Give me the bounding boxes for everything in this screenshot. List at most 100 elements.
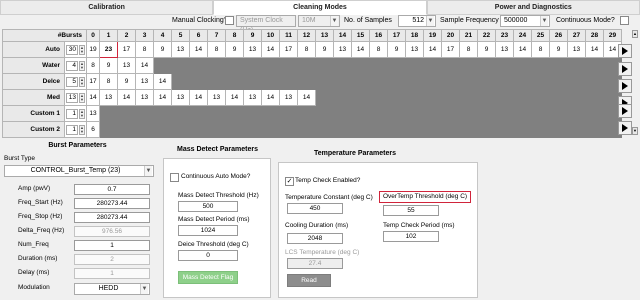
burst-cell[interactable]: 6 bbox=[86, 121, 100, 138]
burst-count-value[interactable]: 30 bbox=[66, 44, 78, 55]
burst-cell[interactable]: 13 bbox=[171, 41, 190, 58]
burst-cell[interactable]: 13 bbox=[99, 89, 118, 106]
spinner-icon[interactable]: ▲ ▼ bbox=[79, 124, 85, 135]
spinner-icon[interactable]: ▲ ▼ bbox=[79, 60, 85, 71]
play-custom2-button[interactable] bbox=[618, 121, 632, 135]
play-auto-button[interactable] bbox=[618, 44, 632, 58]
burst-count-stepper[interactable]: 4 ▲ ▼ bbox=[64, 57, 87, 74]
burst-cell[interactable]: 13 bbox=[86, 105, 100, 122]
burst-cell[interactable]: 14 bbox=[261, 41, 280, 58]
burst-count-value[interactable]: 1 bbox=[66, 124, 78, 135]
mass-period-input[interactable]: 1024 bbox=[178, 225, 238, 236]
burst-field-input[interactable]: 1 bbox=[74, 240, 150, 251]
burst-field-input[interactable]: 0.7 bbox=[74, 184, 150, 195]
burst-cell[interactable]: 13 bbox=[495, 41, 514, 58]
burst-cell[interactable]: 13 bbox=[135, 73, 154, 90]
burst-cell[interactable]: 13 bbox=[171, 89, 190, 106]
tab-calibration[interactable]: Calibration bbox=[0, 0, 214, 15]
mass-threshold-input[interactable]: 500 bbox=[178, 201, 238, 212]
burst-cell[interactable]: 8 bbox=[86, 57, 100, 74]
burst-cell[interactable]: 17 bbox=[441, 41, 460, 58]
read-button[interactable]: Read bbox=[287, 274, 331, 287]
spinner-icon[interactable]: ▲ ▼ bbox=[79, 44, 85, 55]
tab-power-diagnostics[interactable]: Power and Diagnostics bbox=[426, 0, 640, 15]
burst-count-value[interactable]: 1 bbox=[66, 108, 78, 119]
burst-cell[interactable]: 14 bbox=[153, 89, 172, 106]
manual-clocking-checkbox[interactable] bbox=[225, 16, 234, 25]
burst-cell[interactable]: 14 bbox=[351, 41, 370, 58]
burst-cell[interactable]: 14 bbox=[297, 89, 316, 106]
play-deice-button[interactable] bbox=[618, 79, 632, 93]
burst-cell[interactable]: 8 bbox=[369, 41, 388, 58]
burst-cell[interactable]: 8 bbox=[207, 41, 226, 58]
burst-count-stepper[interactable]: 30 ▲ ▼ bbox=[64, 41, 87, 58]
burst-cell[interactable]: 13 bbox=[135, 89, 154, 106]
burst-cell[interactable]: 14 bbox=[585, 41, 604, 58]
temp-check-period-input[interactable]: 102 bbox=[383, 231, 439, 242]
burst-cell[interactable]: 9 bbox=[549, 41, 568, 58]
burst-cell[interactable]: 13 bbox=[279, 89, 298, 106]
burst-cell[interactable]: 14 bbox=[261, 89, 280, 106]
burst-cell[interactable]: 14 bbox=[189, 41, 208, 58]
burst-count-stepper[interactable]: 1 ▲ ▼ bbox=[64, 121, 87, 138]
deice-threshold-input[interactable]: 0 bbox=[178, 250, 238, 261]
tab-cleaning-modes[interactable]: Cleaning Modes bbox=[213, 0, 427, 15]
play-custom1-button[interactable] bbox=[618, 104, 632, 118]
burst-cell[interactable]: 14 bbox=[225, 89, 244, 106]
burst-cell[interactable]: 13 bbox=[243, 41, 262, 58]
burst-cell[interactable]: 13 bbox=[207, 89, 226, 106]
play-water-button[interactable] bbox=[618, 62, 632, 76]
burst-cell[interactable]: 13 bbox=[567, 41, 586, 58]
burst-cell[interactable]: 13 bbox=[405, 41, 424, 58]
burst-cell[interactable]: 17 bbox=[86, 73, 100, 90]
burst-type-select[interactable]: CONTROL_Burst_Temp (23) ▼ bbox=[4, 165, 154, 177]
burst-cell[interactable]: 17 bbox=[279, 41, 298, 58]
spinner-icon[interactable]: ▲ ▼ bbox=[79, 108, 85, 119]
burst-cell[interactable]: 14 bbox=[117, 89, 136, 106]
burst-field-input[interactable]: 280273.44 bbox=[74, 212, 150, 223]
burst-count-value[interactable]: 5 bbox=[66, 76, 78, 87]
burst-cell[interactable]: 13 bbox=[243, 89, 262, 106]
burst-cell[interactable]: 9 bbox=[225, 41, 244, 58]
burst-cell[interactable]: 13 bbox=[117, 57, 136, 74]
sample-freq-select[interactable]: 500000 ▼ bbox=[500, 15, 550, 27]
system-clock-select[interactable]: 10M ▼ bbox=[298, 15, 340, 27]
burst-cell[interactable]: 14 bbox=[189, 89, 208, 106]
burst-field-input[interactable]: 280273.44 bbox=[74, 198, 150, 209]
burst-cell[interactable]: 9 bbox=[477, 41, 496, 58]
overtemp-threshold-input[interactable]: 55 bbox=[383, 205, 439, 216]
burst-cell[interactable]: 8 bbox=[459, 41, 478, 58]
temp-constant-input[interactable]: 450 bbox=[287, 203, 343, 214]
burst-cell[interactable]: 14 bbox=[423, 41, 442, 58]
burst-cell[interactable]: 14 bbox=[86, 89, 100, 106]
temp-check-enabled-checkbox[interactable]: ✓ bbox=[285, 177, 294, 186]
burst-cell[interactable]: 14 bbox=[135, 57, 154, 74]
scroll-up-icon[interactable]: ▲ bbox=[632, 30, 638, 38]
burst-cell[interactable]: 17 bbox=[117, 41, 136, 58]
continuous-auto-checkbox[interactable] bbox=[170, 173, 179, 182]
burst-cell[interactable]: 9 bbox=[315, 41, 334, 58]
burst-cell[interactable]: 8 bbox=[531, 41, 550, 58]
cooling-duration-input[interactable]: 2048 bbox=[287, 233, 343, 244]
burst-cell[interactable]: 8 bbox=[135, 41, 154, 58]
burst-count-stepper[interactable]: 5 ▲ ▼ bbox=[64, 73, 87, 90]
modulation-select[interactable]: HEDD ▼ bbox=[74, 283, 150, 295]
burst-cell[interactable]: 8 bbox=[99, 73, 118, 90]
spinner-icon[interactable]: ▲ ▼ bbox=[79, 92, 85, 103]
burst-cell[interactable]: 9 bbox=[153, 41, 172, 58]
burst-cell[interactable]: 9 bbox=[387, 41, 406, 58]
burst-cell[interactable]: 19 bbox=[86, 41, 100, 58]
burst-count-value[interactable]: 13 bbox=[66, 92, 78, 103]
burst-cell[interactable]: 14 bbox=[153, 73, 172, 90]
spinner-icon[interactable]: ▲ ▼ bbox=[79, 76, 85, 87]
num-samples-select[interactable]: 512 ▼ bbox=[398, 15, 436, 27]
burst-cell[interactable]: 9 bbox=[99, 57, 118, 74]
burst-cell[interactable]: 14 bbox=[513, 41, 532, 58]
burst-cell[interactable]: 8 bbox=[297, 41, 316, 58]
scroll-down-icon[interactable]: ▼ bbox=[632, 127, 638, 135]
burst-count-value[interactable]: 4 bbox=[66, 60, 78, 71]
burst-cell[interactable]: 13 bbox=[333, 41, 352, 58]
burst-cell[interactable]: 23 bbox=[99, 41, 118, 58]
continuous-mode-checkbox[interactable] bbox=[620, 16, 629, 25]
burst-count-stepper[interactable]: 13 ▲ ▼ bbox=[64, 89, 87, 106]
